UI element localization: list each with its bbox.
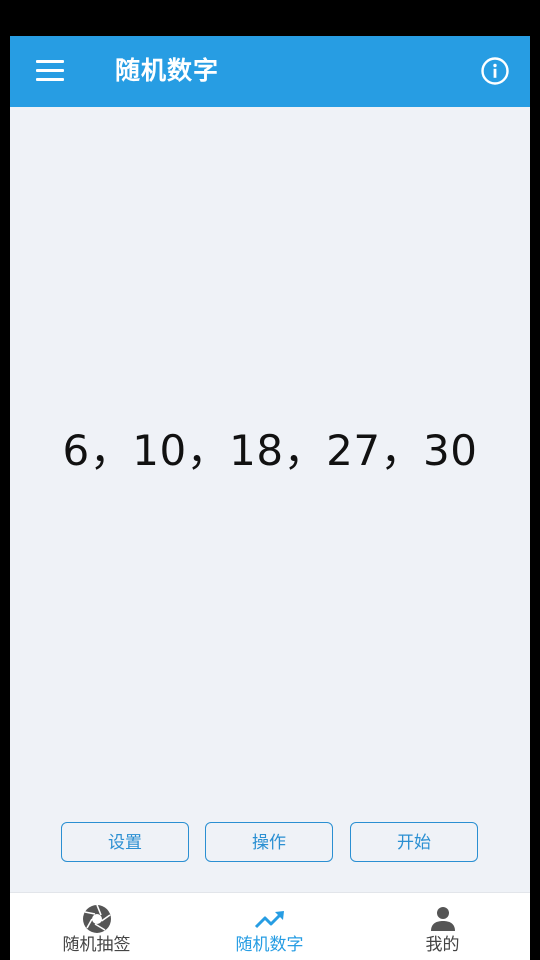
settings-button[interactable]: 设置 <box>61 822 189 862</box>
page-title: 随机数字 <box>115 56 220 85</box>
nav-label-mine: 我的 <box>425 935 460 955</box>
nav-item-random-draw[interactable]: 随机抽签 <box>10 893 183 960</box>
app-screen: 随机数字 6，10，18，27，30 设置 操作 开始 随机抽签 随机数字 我的 <box>10 36 530 960</box>
bottom-navigation: 随机抽签 随机数字 我的 <box>10 892 530 960</box>
menu-icon[interactable] <box>36 60 64 82</box>
app-bar: 随机数字 <box>10 36 530 107</box>
person-icon <box>431 907 455 931</box>
trending-up-icon <box>254 911 284 929</box>
nav-item-mine[interactable]: 我的 <box>356 893 529 960</box>
operate-button[interactable]: 操作 <box>205 822 333 862</box>
start-button[interactable]: 开始 <box>350 822 478 862</box>
nav-label-random-draw: 随机抽签 <box>62 935 131 955</box>
random-numbers-display: 6，10，18，27，30 <box>62 426 478 475</box>
aperture-icon <box>83 904 111 933</box>
nav-item-random-number[interactable]: 随机数字 <box>183 893 356 960</box>
info-icon[interactable] <box>480 56 510 86</box>
nav-label-random-number: 随机数字 <box>235 935 304 955</box>
